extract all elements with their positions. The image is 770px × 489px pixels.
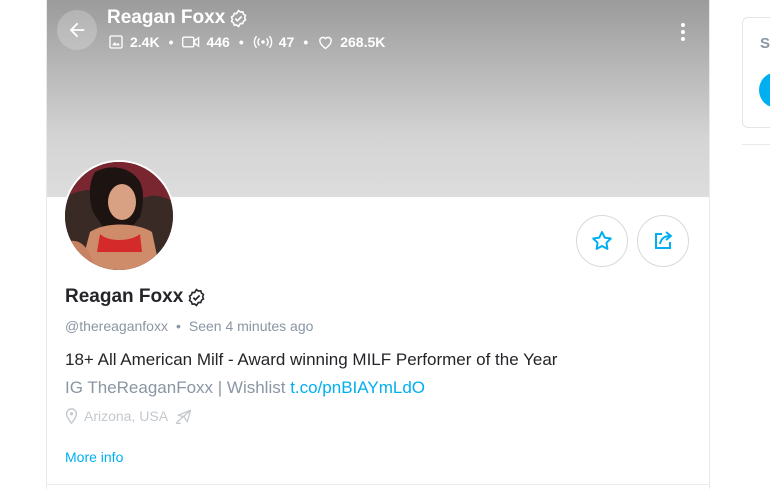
stat-streams: 47 xyxy=(253,34,294,50)
location-pin-icon xyxy=(65,408,78,424)
back-button[interactable] xyxy=(57,10,97,50)
seen-label: Seen xyxy=(188,318,222,334)
profile-handle: @thereaganfoxx xyxy=(65,318,168,334)
stats-bar: 2.4K • 446 • 47 • 268.5K xyxy=(108,34,385,50)
verified-icon xyxy=(230,8,247,28)
video-icon xyxy=(182,36,200,48)
stat-likes: 268.5K xyxy=(317,34,385,50)
profile-column: Reagan Foxx 2.4K • 446 • 47 • 268.5K Rea… xyxy=(46,0,710,489)
wishlist-link[interactable]: t.co/pnBIAYmLdO xyxy=(290,378,425,397)
airplane-icon xyxy=(175,409,192,425)
seen-time: 4 minutes ago xyxy=(225,318,314,334)
more-info-link[interactable]: More info xyxy=(65,449,123,465)
sidebar-card-title: S xyxy=(760,35,770,52)
bio-line-1: 18+ All American Milf - Award winning MI… xyxy=(65,350,558,369)
profile-name: Reagan Foxx xyxy=(65,286,206,308)
sidebar-divider xyxy=(742,144,770,145)
profile-name-text: Reagan Foxx xyxy=(65,286,184,307)
location-text: Arizona, USA xyxy=(84,408,169,424)
divider xyxy=(47,484,709,485)
sidebar-card: S xyxy=(742,17,770,128)
header-name: Reagan Foxx xyxy=(107,7,248,29)
broadcast-icon xyxy=(253,35,273,49)
share-icon xyxy=(655,231,672,249)
bio-line-2: IG TheReaganFoxx | Wishlist t.co/pnBIAYm… xyxy=(65,378,425,398)
avatar-photo xyxy=(65,162,173,270)
bio-line-2-text: IG TheReaganFoxx | Wishlist xyxy=(65,378,291,397)
profile-meta: @thereaganfoxx • Seen 4 minutes ago xyxy=(65,318,314,334)
arrow-left-icon xyxy=(69,22,85,38)
image-icon xyxy=(109,35,123,49)
more-options-button[interactable] xyxy=(671,18,695,46)
sidebar-avatar[interactable] xyxy=(759,72,770,108)
avatar[interactable] xyxy=(63,160,175,272)
kebab-menu-icon xyxy=(681,23,685,41)
stat-videos: 446 xyxy=(182,34,230,50)
favorite-button[interactable] xyxy=(576,215,628,267)
location: Arizona, USA xyxy=(65,407,194,425)
share-button[interactable] xyxy=(637,215,689,267)
header-name-text: Reagan Foxx xyxy=(107,7,226,28)
verified-icon xyxy=(188,287,205,307)
stat-photos: 2.4K xyxy=(108,34,160,50)
star-icon xyxy=(592,231,612,250)
heart-icon xyxy=(319,36,333,50)
